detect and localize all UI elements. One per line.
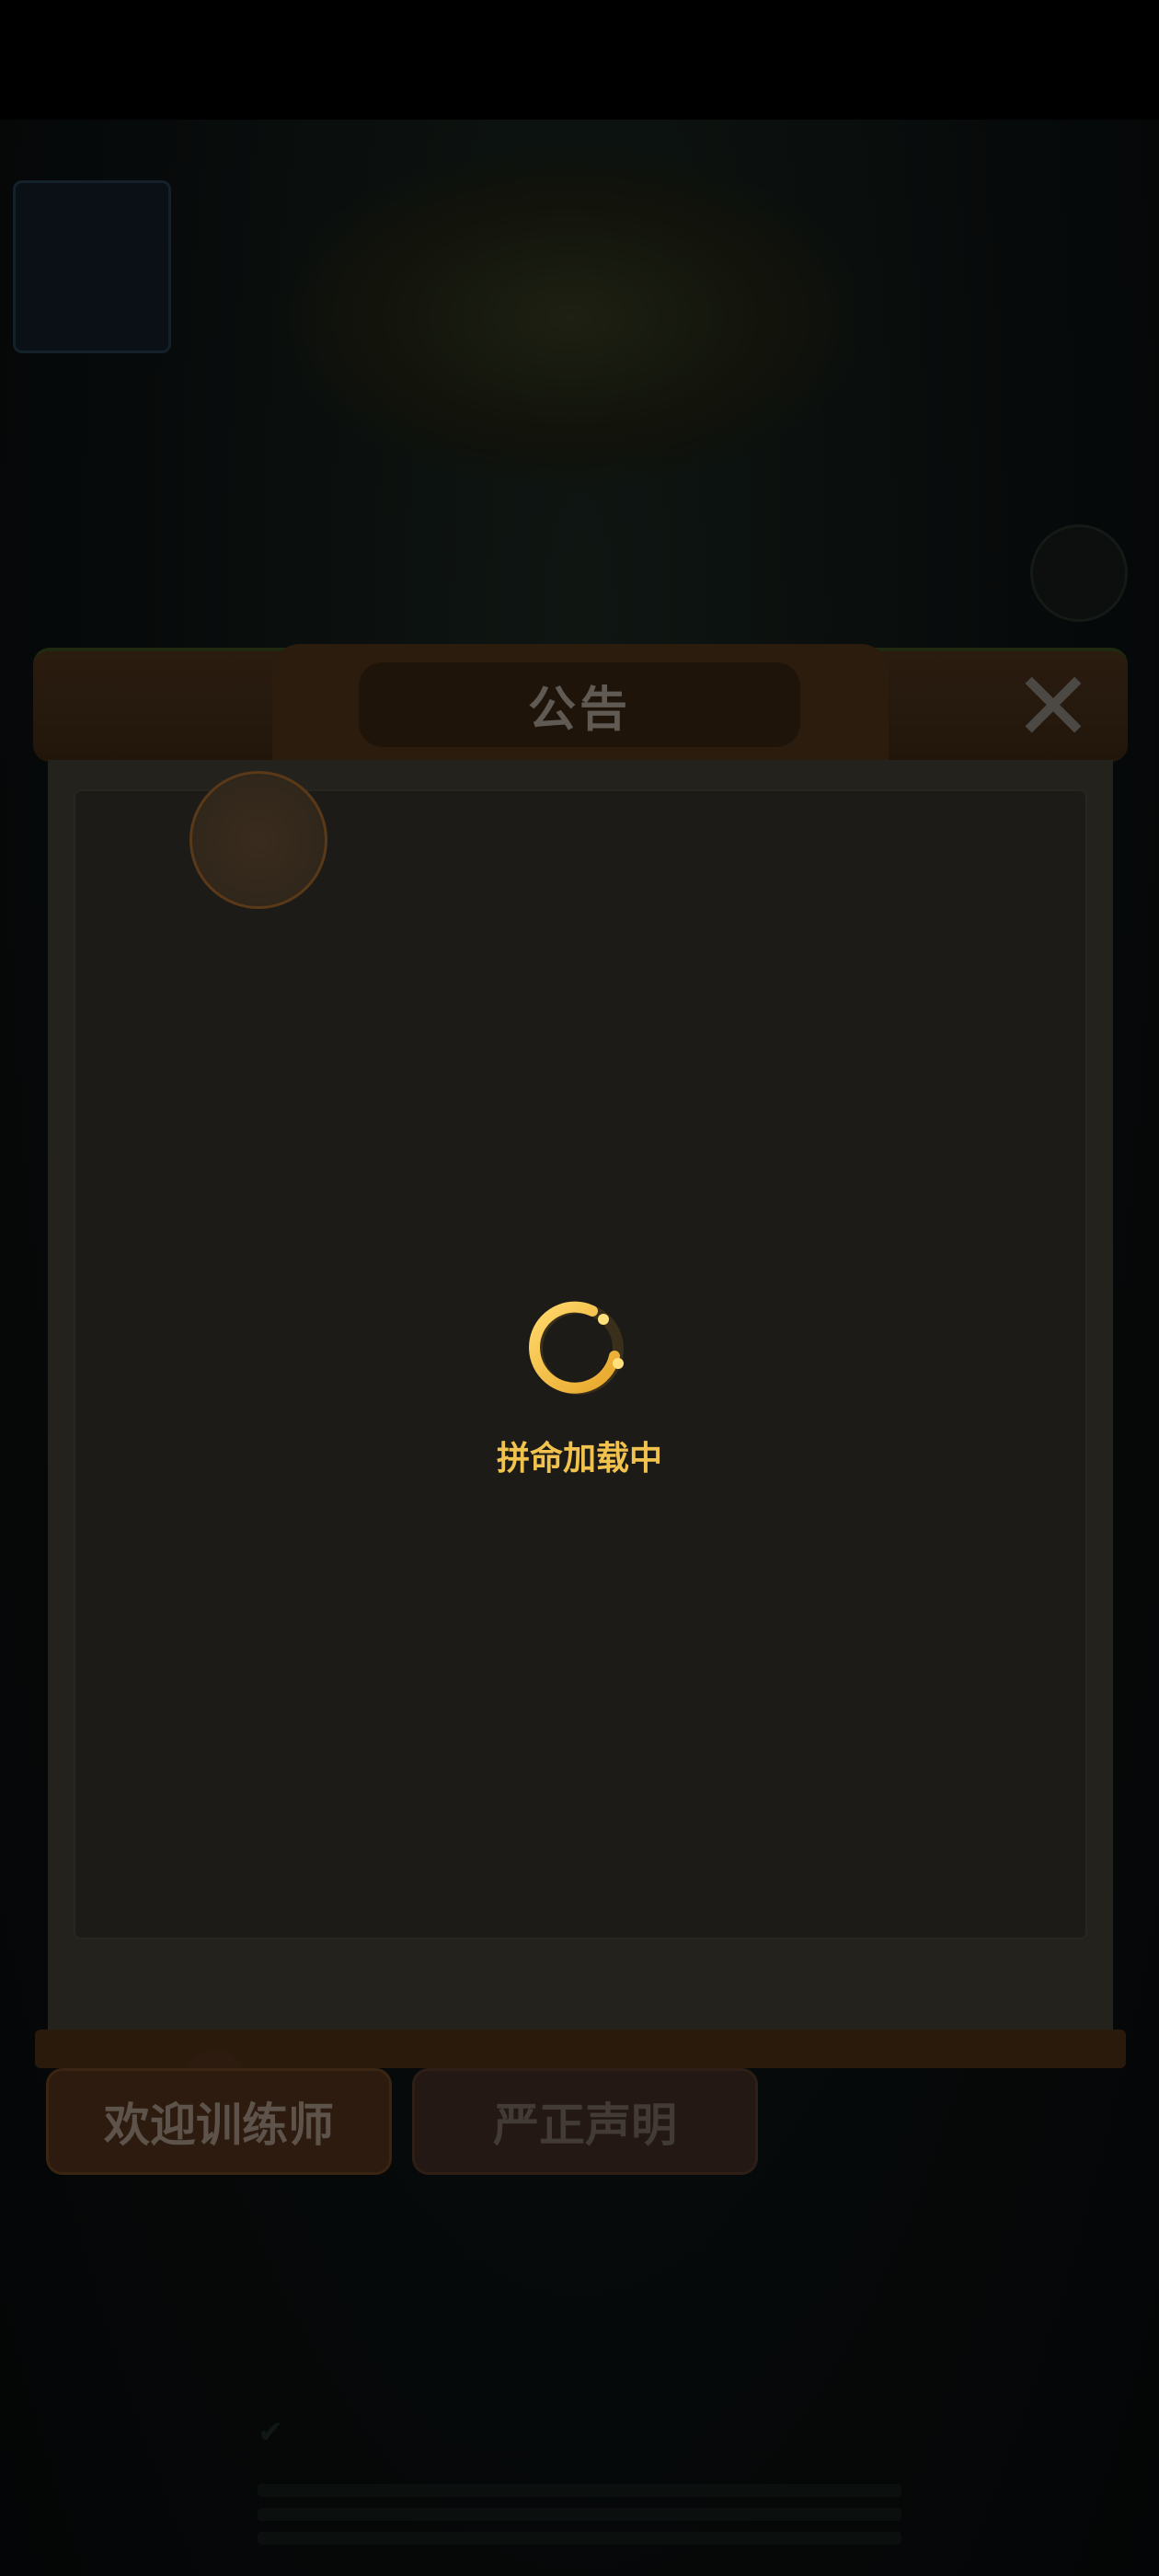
- tab-welcome-trainer[interactable]: 欢迎训练师: [46, 2068, 392, 2175]
- legal-text-line: [258, 2532, 901, 2545]
- checkbox-icon[interactable]: ✔: [258, 2414, 284, 2451]
- tab-label: 严正声明: [493, 2099, 677, 2152]
- legal-text-line: [258, 2508, 901, 2521]
- agreement-row[interactable]: ✔: [258, 2414, 938, 2451]
- side-menu-icon[interactable]: [1030, 524, 1128, 622]
- tab-solemn-declaration[interactable]: 严正声明: [412, 2068, 758, 2175]
- modal-title-pill: 公告: [359, 662, 800, 747]
- modal-title: 公告: [527, 682, 631, 738]
- game-logo: [276, 147, 865, 488]
- loading-text: 拼命加载中: [496, 1440, 662, 1478]
- close-button[interactable]: ✕: [1003, 659, 1104, 754]
- touch-indicator: [189, 771, 327, 909]
- tab-label: 欢迎训练师: [104, 2099, 334, 2152]
- legal-text-line: [258, 2484, 901, 2497]
- enter-game-button[interactable]: [386, 2272, 773, 2342]
- age-rating-badge: [13, 180, 171, 353]
- close-icon[interactable]: ✕: [1013, 659, 1093, 754]
- status-bar: [0, 0, 1159, 120]
- loading-spinner-icon: [529, 1301, 624, 1395]
